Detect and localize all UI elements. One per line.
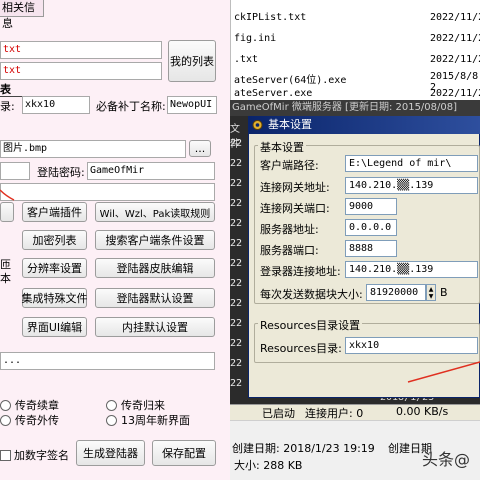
annotation-arrows [0,189,480,383]
red-arrow-right [407,361,480,383]
red-arrow-left [0,189,15,201]
